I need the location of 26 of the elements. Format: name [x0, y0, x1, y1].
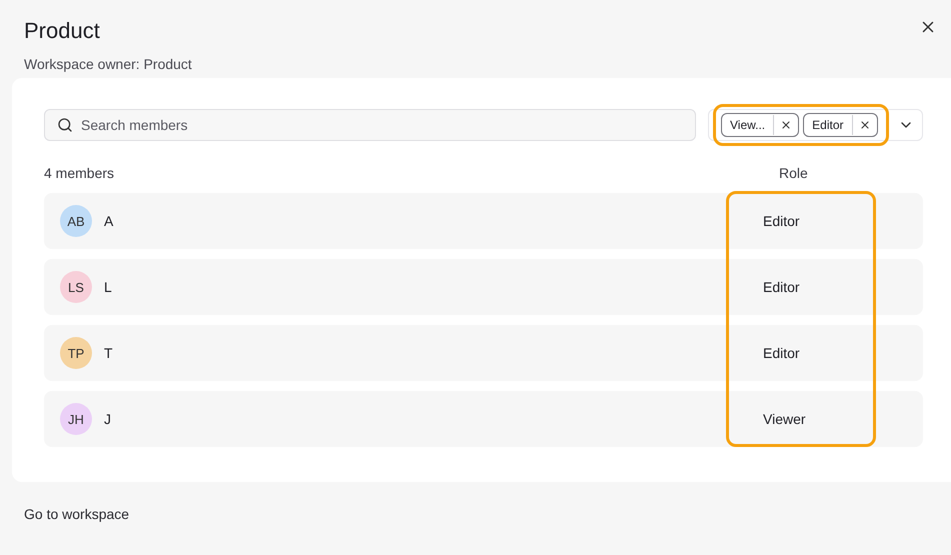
- avatar: TP: [60, 337, 92, 369]
- member-row[interactable]: TP T Editor: [44, 325, 923, 381]
- member-name: J: [104, 411, 111, 427]
- member-name: T: [104, 345, 113, 361]
- avatar: LS: [60, 271, 92, 303]
- search-icon: [57, 117, 73, 133]
- role-filter[interactable]: View... Editor: [708, 109, 923, 141]
- filter-chip[interactable]: View...: [721, 113, 800, 137]
- member-name: L: [104, 279, 112, 295]
- filter-chip[interactable]: Editor: [803, 113, 878, 137]
- member-name: A: [104, 213, 114, 229]
- member-row[interactable]: LS L Editor: [44, 259, 923, 315]
- avatar: JH: [60, 403, 92, 435]
- dialog-title: Product: [24, 17, 100, 45]
- member-role: Editor: [763, 279, 801, 295]
- member-role: Editor: [763, 213, 801, 229]
- member-count: 4 members: [44, 165, 114, 181]
- member-role: Editor: [763, 345, 801, 361]
- column-header: Role: [779, 165, 809, 181]
- member-role: Viewer: [763, 411, 807, 427]
- workspace-link[interactable]: Go to workspace: [24, 506, 130, 522]
- member-row[interactable]: JH J Viewer: [44, 391, 923, 447]
- owner-text: Workspace owner: Product: [24, 55, 192, 74]
- member-row[interactable]: AB A Editor: [44, 193, 923, 249]
- avatar: AB: [60, 205, 92, 237]
- search-field[interactable]: Search members: [44, 109, 696, 141]
